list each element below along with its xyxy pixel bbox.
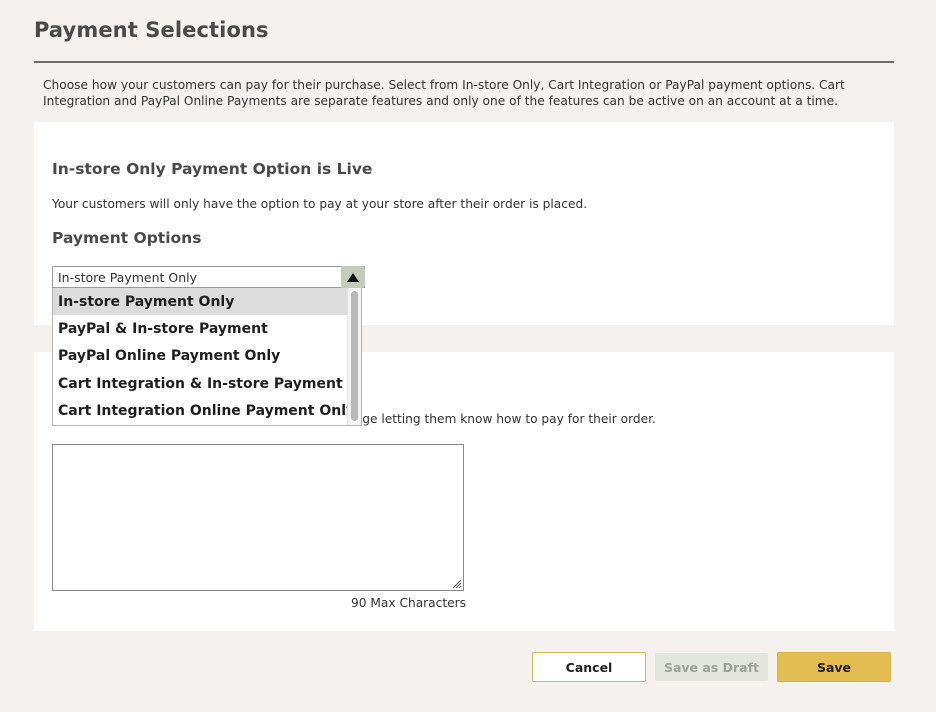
dropdown-option-paypal-online[interactable]: PayPal Online Payment Only bbox=[53, 343, 347, 370]
payment-message-textarea[interactable] bbox=[52, 444, 464, 591]
dropdown-option-cart-online[interactable]: Cart Integration Online Payment Only bbox=[53, 398, 355, 425]
live-status-heading: In-store Only Payment Option is Live bbox=[52, 160, 373, 178]
payment-options-select[interactable]: In-store Payment Only bbox=[52, 266, 365, 288]
triangle-up-icon bbox=[347, 272, 359, 282]
save-button[interactable]: Save bbox=[777, 652, 891, 682]
title-divider bbox=[34, 61, 894, 63]
dropdown-option-paypal-instore[interactable]: PayPal & In-store Payment bbox=[53, 315, 347, 342]
dropdown-scrollbar[interactable] bbox=[347, 288, 361, 425]
select-current-value: In-store Payment Only bbox=[58, 270, 198, 285]
page-intro: Choose how your customers can pay for th… bbox=[43, 78, 845, 108]
save-as-draft-button[interactable]: Save as Draft bbox=[655, 653, 768, 681]
cancel-button[interactable]: Cancel bbox=[532, 652, 646, 682]
select-toggle[interactable] bbox=[341, 266, 365, 288]
page-title: Payment Selections bbox=[34, 18, 269, 42]
dropdown-option-cart-instore[interactable]: Cart Integration & In-store Payment bbox=[53, 370, 347, 397]
dropdown-option-instore-only[interactable]: In-store Payment Only bbox=[53, 288, 347, 316]
message-description-text: page letting them know how to pay for th… bbox=[347, 412, 656, 426]
payment-options-dropdown: In-store Payment Only PayPal & In-store … bbox=[52, 288, 362, 426]
payment-options-heading: Payment Options bbox=[52, 229, 202, 247]
live-status-description: Your customers will only have the option… bbox=[52, 197, 588, 211]
resize-grip-icon[interactable] bbox=[450, 577, 462, 589]
max-characters-label: 90 Max Characters bbox=[351, 596, 466, 610]
dropdown-scroll-thumb[interactable] bbox=[351, 291, 358, 421]
